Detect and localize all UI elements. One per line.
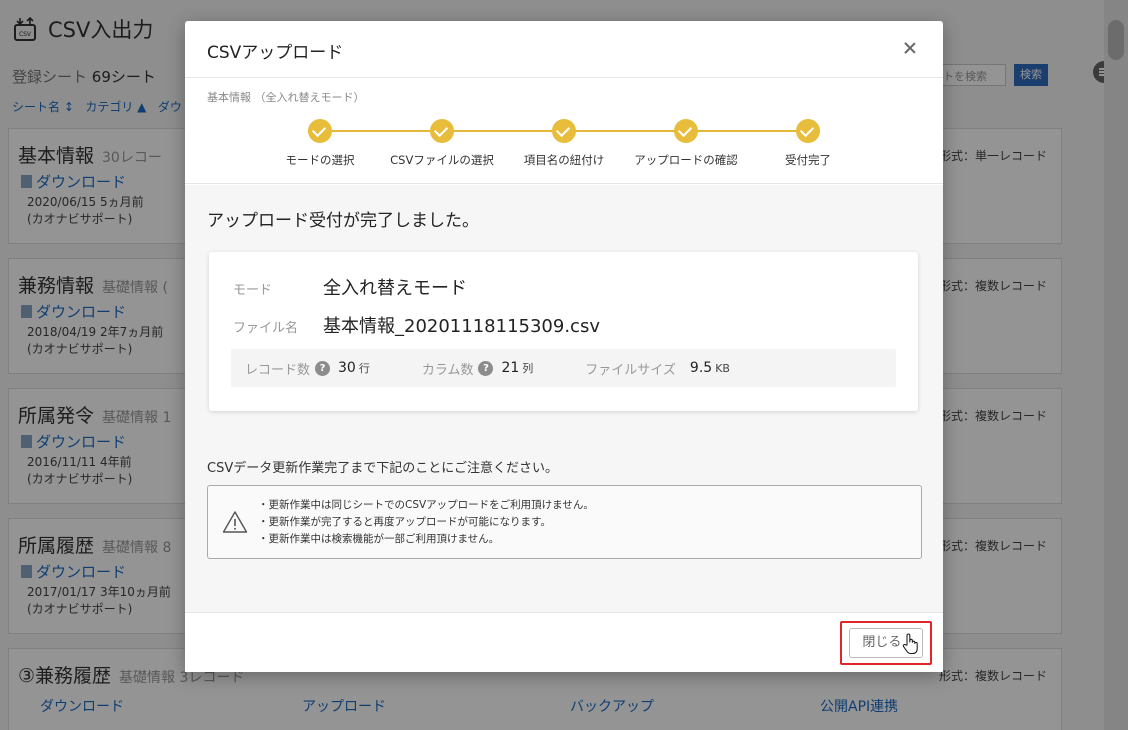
modal-footer: 閉じる — [185, 612, 943, 672]
step-file-select: CSVファイルの選択 — [372, 119, 512, 168]
completion-message: アップロード受付が完了しました。 — [207, 211, 479, 231]
check-icon — [552, 119, 576, 143]
notice-title: CSVデータ更新作業完了まで下記のことにご注意ください。 — [207, 461, 558, 476]
record-count: 30 — [338, 360, 356, 376]
modal-body: アップロード受付が完了しました。 モード 全入れ替えモード ファイル名 基本情報… — [185, 185, 943, 612]
notice-item: ・更新作業が完了すると再度アップロードが可能になります。 — [258, 516, 551, 528]
check-icon — [796, 119, 820, 143]
step-upload-confirm: アップロードの確認 — [616, 119, 756, 168]
step-mode-select: モードの選択 — [250, 119, 390, 168]
step-field-mapping: 項目名の紐付け — [494, 119, 634, 168]
step-caption: 基本情報 （全入れ替えモード） — [207, 91, 365, 104]
hand-cursor-icon — [902, 633, 918, 655]
warning-icon — [222, 511, 248, 533]
mode-value: 全入れ替えモード — [323, 278, 467, 299]
mode-row: モード 全入れ替えモード — [233, 274, 467, 300]
upload-summary-card: モード 全入れ替えモード ファイル名 基本情報_20201118115309.c… — [209, 252, 918, 411]
help-icon[interactable]: ? — [478, 360, 494, 376]
file-row: ファイル名 基本情報_20201118115309.csv — [233, 312, 600, 338]
column-count: 21 — [501, 360, 520, 376]
csv-upload-modal: CSVアップロード 基本情報 （全入れ替えモード） モードの選択 CSVファイル… — [185, 21, 943, 672]
step-complete: 受付完了 — [738, 119, 878, 168]
check-icon — [308, 119, 332, 143]
modal-header: CSVアップロード — [185, 21, 943, 78]
modal-title: CSVアップロード — [207, 43, 344, 63]
close-icon[interactable] — [901, 39, 919, 57]
notice-item: ・更新作業中は検索機能が一部ご利用頂けません。 — [258, 533, 500, 545]
notice-box: ・更新作業中は同じシートでのCSVアップロードをご利用頂けません。 ・更新作業が… — [207, 485, 922, 559]
check-icon — [674, 119, 698, 143]
file-name-value: 基本情報_20201118115309.csv — [323, 316, 600, 337]
file-size: 9.5 — [689, 360, 713, 376]
upload-stats: レコード数 ? 30 行 カラム数 ? 21 列 ファイルサイズ 9.5 KB — [231, 349, 896, 387]
check-icon — [430, 119, 454, 143]
notice-list: ・更新作業中は同じシートでのCSVアップロードをご利用頂けません。 ・更新作業が… — [258, 497, 594, 548]
notice-item: ・更新作業中は同じシートでのCSVアップロードをご利用頂けません。 — [258, 499, 594, 511]
help-icon[interactable]: ? — [315, 360, 331, 376]
step-progress: 基本情報 （全入れ替えモード） モードの選択 CSVファイルの選択 項目名の紐付… — [185, 79, 943, 184]
